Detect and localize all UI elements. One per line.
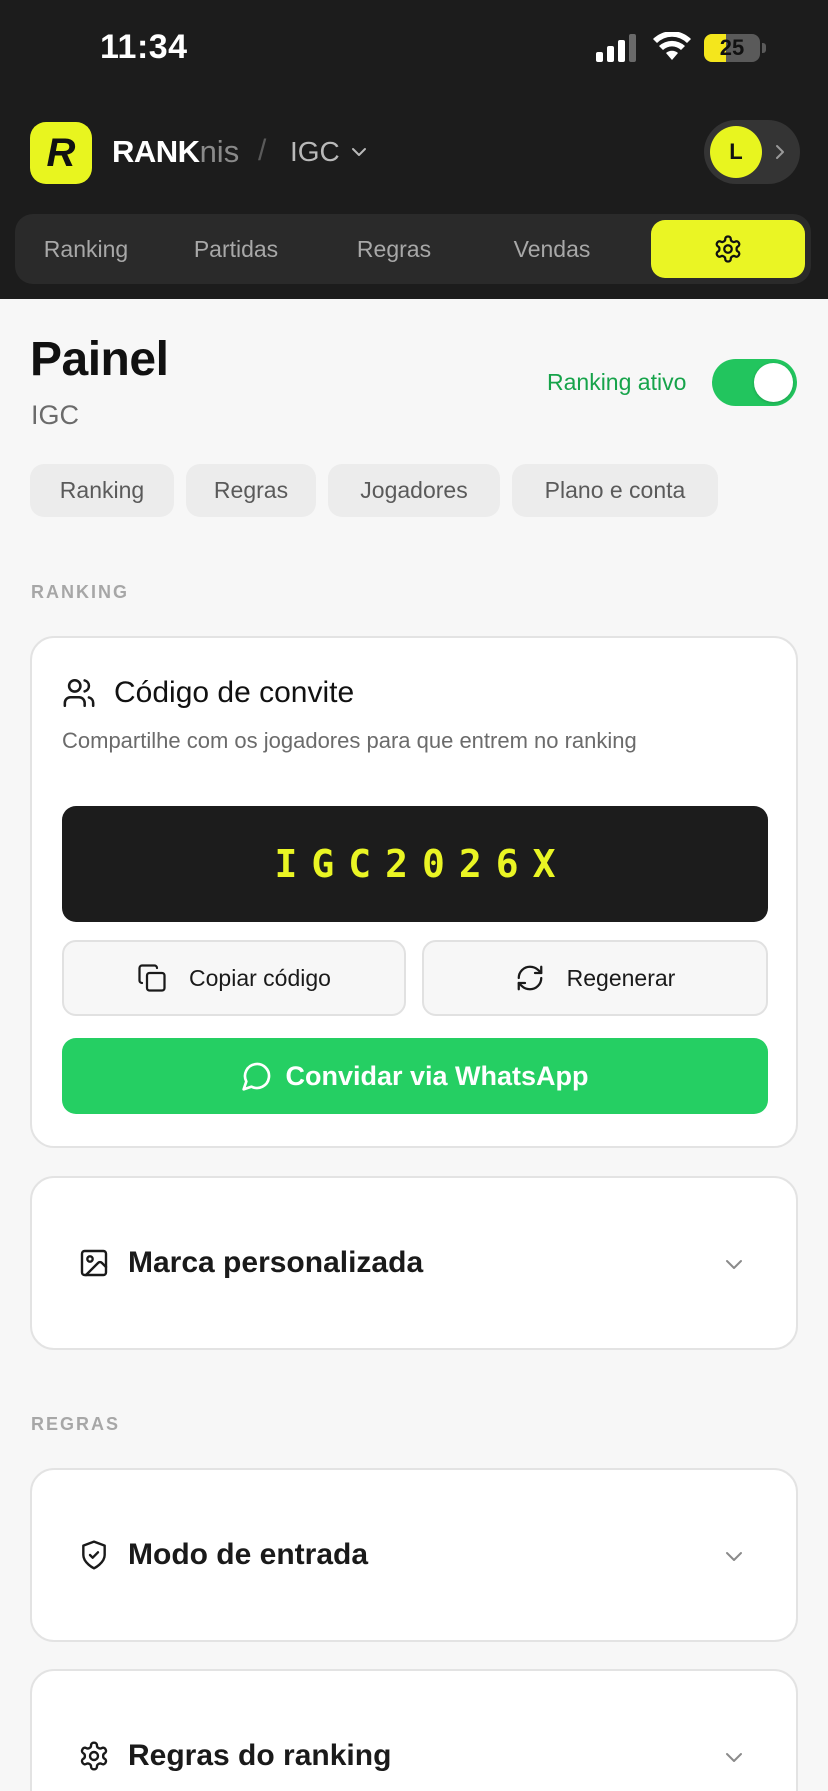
shield-check-icon: [82, 1540, 106, 1570]
invite-card-title: Código de convite: [114, 676, 355, 709]
nav-tab-partidas[interactable]: Partidas: [157, 214, 315, 284]
users-icon: [63, 678, 95, 708]
subtab-regras[interactable]: Regras: [186, 464, 316, 517]
nav-tab-vendas[interactable]: Vendas: [473, 214, 631, 284]
regenerate-button[interactable]: Regenerar: [422, 940, 768, 1016]
accordion-entry-mode[interactable]: Modo de entrada: [30, 1468, 798, 1642]
top-bar: 11:34 25 R RANKnis / IGC L Ranking Parti…: [0, 0, 828, 299]
copy-code-button[interactable]: Copiar código: [62, 940, 406, 1016]
accordion-entry-title: Modo de entrada: [128, 1538, 369, 1571]
org-switcher[interactable]: IGC: [290, 136, 368, 168]
subtab-jogadores[interactable]: Jogadores: [328, 464, 500, 517]
page-subtitle: IGC: [31, 400, 80, 430]
subtab-ranking[interactable]: Ranking: [30, 464, 174, 517]
battery-icon: 25: [704, 34, 766, 62]
section-label-regras: REGRAS: [31, 1414, 121, 1434]
whatsapp-invite-button[interactable]: Convidar via WhatsApp: [62, 1038, 768, 1114]
gear-icon: [80, 1741, 108, 1771]
chevron-down-icon: [726, 1753, 742, 1762]
invite-code-box[interactable]: IGC2026X: [62, 806, 768, 922]
subtab-plano-conta[interactable]: Plano e conta: [512, 464, 718, 517]
brand-light: nis: [199, 134, 240, 169]
logo-letter: R: [46, 130, 76, 175]
brand-strong: RANK: [112, 134, 200, 169]
nav-tab-regras[interactable]: Regras: [315, 214, 473, 284]
status-time: 11:34: [100, 28, 188, 66]
chevron-down-icon: [726, 1260, 742, 1269]
breadcrumb-separator: /: [258, 134, 267, 167]
nav-tab-settings[interactable]: [651, 220, 805, 278]
copy-icon: [138, 964, 166, 992]
page-title: Painel: [30, 333, 169, 386]
ranking-active-label: Ranking ativo: [547, 369, 687, 395]
user-menu-button[interactable]: L: [704, 120, 800, 184]
status-bar: 11:34 25: [0, 0, 828, 100]
main-nav: Ranking Partidas Regras Vendas: [15, 214, 811, 284]
toggle-knob: [754, 363, 793, 402]
accordion-brand-title: Marca personalizada: [128, 1246, 424, 1279]
nav-tab-ranking[interactable]: Ranking: [15, 214, 157, 284]
image-icon: [80, 1249, 108, 1277]
org-name: IGC: [290, 136, 340, 167]
whatsapp-icon: [242, 1062, 271, 1091]
copy-code-label: Copiar código: [189, 964, 331, 991]
invite-card-description: Compartilhe com os jogadores para que en…: [62, 728, 637, 753]
brand-name: RANKnis: [112, 134, 239, 170]
invite-card-header: Código de convite: [62, 676, 354, 710]
section-label-ranking: RANKING: [31, 582, 129, 602]
signal-icon: [596, 34, 636, 62]
regenerate-label: Regenerar: [566, 964, 676, 991]
chevron-down-icon: [726, 1552, 742, 1561]
invite-code: IGC2026X: [274, 842, 570, 886]
refresh-icon: [517, 965, 543, 991]
app-logo[interactable]: R: [30, 122, 92, 184]
chevron-right-icon: [776, 145, 784, 159]
invite-code-card: Código de convite Compartilhe com os jog…: [30, 636, 798, 1148]
app-header: R RANKnis / IGC L: [0, 110, 828, 196]
accordion-ranking-rules[interactable]: Regras do ranking: [30, 1669, 798, 1791]
wifi-icon: [653, 32, 691, 60]
whatsapp-invite-label: Convidar via WhatsApp: [285, 1060, 589, 1091]
battery-level: 25: [719, 35, 745, 60]
avatar: L: [710, 126, 762, 178]
chevron-down-icon: [351, 148, 366, 156]
accordion-brand[interactable]: Marca personalizada: [30, 1176, 798, 1350]
gear-icon: [715, 235, 741, 263]
accordion-rules-title: Regras do ranking: [128, 1739, 392, 1772]
ranking-active-toggle[interactable]: [712, 359, 797, 406]
